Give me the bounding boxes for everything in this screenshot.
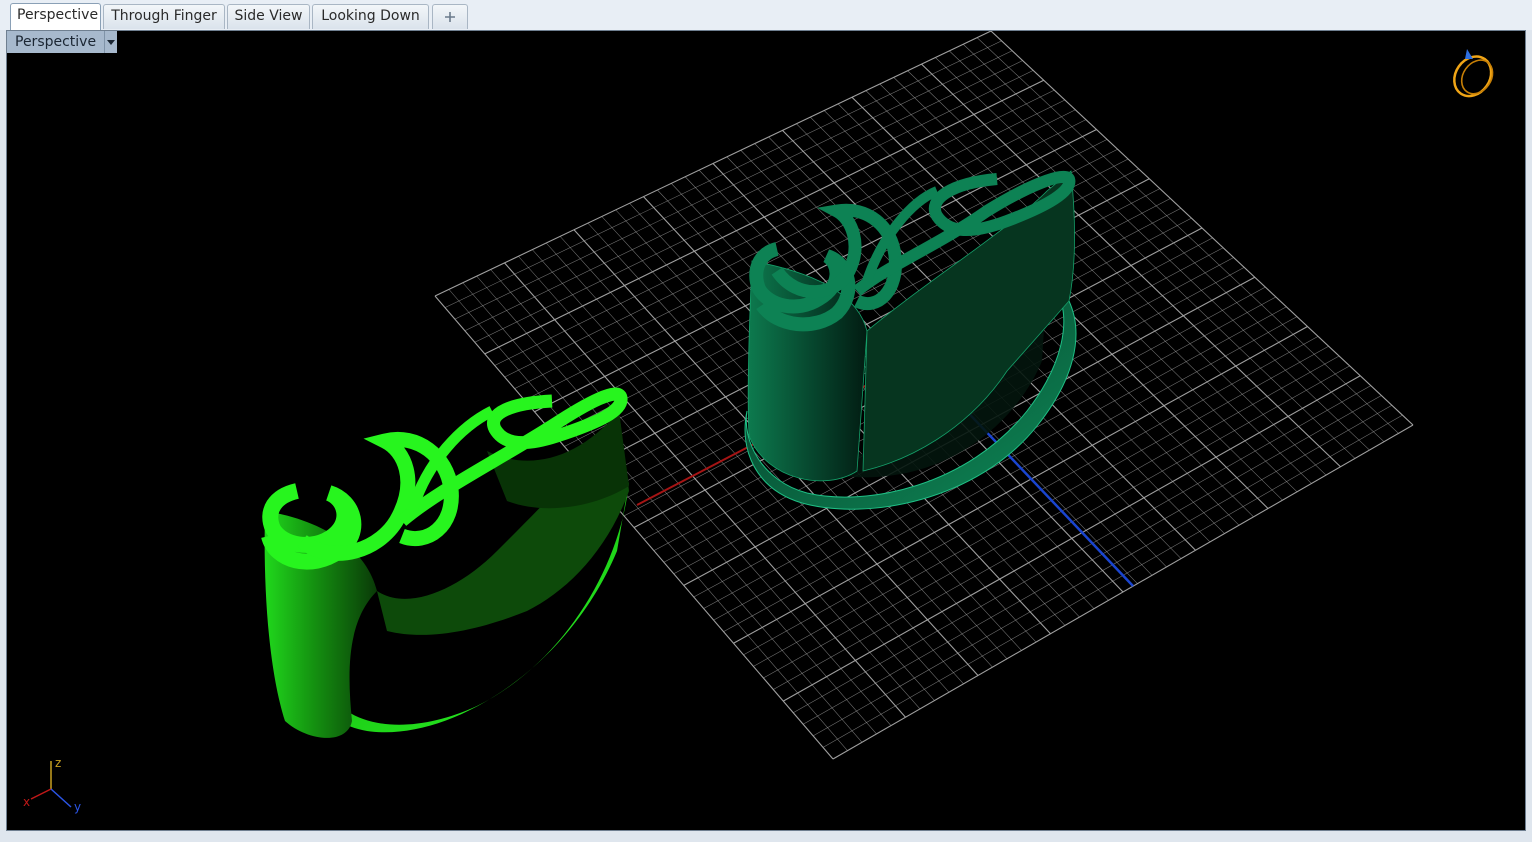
bottom-frame xyxy=(0,831,1532,842)
grid-line xyxy=(832,424,1414,760)
viewport-scene: z x y xyxy=(23,31,1499,814)
viewport-title-label: Perspective xyxy=(7,31,106,53)
axis-gizmo: z x y xyxy=(23,756,81,814)
x-axis-label: x xyxy=(23,795,30,809)
tab-side-view[interactable]: Side View xyxy=(227,4,310,29)
tab-looking-down[interactable]: Looking Down xyxy=(312,4,429,29)
x-axis-gizmo-line xyxy=(30,788,52,800)
tab-through-finger[interactable]: Through Finger xyxy=(103,4,225,29)
viewport-title[interactable]: Perspective xyxy=(7,31,118,53)
z-axis-label: z xyxy=(55,756,61,770)
viewport-menu-arrow-icon[interactable] xyxy=(105,31,118,53)
tab-perspective[interactable]: Perspective xyxy=(10,3,101,30)
y-axis-gizmo-line xyxy=(50,788,72,808)
rendered-ring-model xyxy=(261,387,629,738)
perspective-viewport[interactable]: Perspective z x y xyxy=(6,30,1526,831)
add-tab-button[interactable] xyxy=(432,4,468,29)
ring-navigation-icon[interactable] xyxy=(1447,49,1499,103)
plus-icon xyxy=(445,12,455,22)
y-axis-label: y xyxy=(74,800,81,814)
ghost-ring-model xyxy=(744,170,1077,510)
viewport-tab-bar: Perspective Through Finger Side View Loo… xyxy=(0,0,1532,30)
